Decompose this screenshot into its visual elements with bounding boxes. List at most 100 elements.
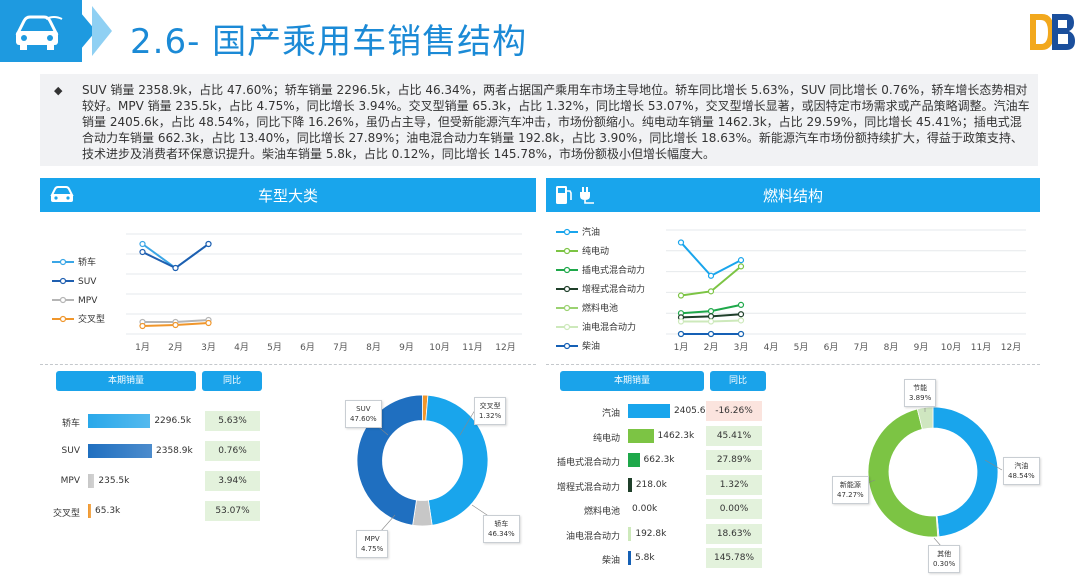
- x-tick-label: 12月: [1001, 342, 1021, 353]
- x-tick-label: 3月: [201, 342, 216, 353]
- data-point: [139, 248, 146, 256]
- row-label: MPV: [60, 476, 80, 486]
- data-point: [737, 263, 745, 270]
- x-tick-label: 11月: [462, 342, 482, 353]
- callout-pct: 47.27%: [837, 491, 864, 499]
- legend-label: 油电混合动力: [582, 321, 636, 333]
- data-point: [707, 313, 715, 320]
- data-point: [707, 288, 715, 295]
- x-tick-label: 10月: [429, 342, 449, 353]
- legend-item: 纯电动: [556, 245, 609, 257]
- callout-name: 新能源: [839, 481, 861, 489]
- x-tick-label: 11月: [971, 342, 991, 353]
- x-tick-label: 3月: [734, 342, 749, 353]
- legend-marker: [59, 315, 67, 323]
- data-point: [172, 264, 179, 272]
- series-line: [680, 241, 742, 278]
- donut-callout: SUV 47.60%: [345, 400, 382, 428]
- x-tick-label: 8月: [884, 342, 899, 353]
- x-tick-label: 12月: [495, 342, 515, 353]
- callout-pct: 4.75%: [361, 545, 384, 553]
- legend-marker: [563, 247, 571, 255]
- summary-panel: ◆ SUV 销量 2358.9k，占比 47.60%；轿车销量 2296.5k，…: [40, 74, 1038, 166]
- yoy-value: 1.32%: [706, 474, 762, 495]
- callout-pct: 1.32%: [479, 412, 502, 420]
- legend-item: 增程式混合动力: [556, 283, 645, 295]
- data-point: [677, 318, 685, 325]
- sales-bar: [88, 474, 95, 488]
- legend-label: 增程式混合动力: [582, 283, 645, 295]
- legend-marker: [563, 342, 571, 350]
- sales-value: 235.5k: [98, 476, 130, 486]
- x-tick-label: 2月: [704, 342, 719, 353]
- data-point: [205, 319, 212, 327]
- donut-callout: 新能源 47.27%: [832, 476, 869, 504]
- banner-title: 燃料结构: [762, 187, 823, 205]
- x-tick-label: 9月: [399, 342, 414, 353]
- x-tick-label: 4月: [764, 342, 779, 353]
- callout-name: 其他: [937, 550, 952, 558]
- page-header: 2.6- 国产乘用车销售结构: [0, 0, 1080, 76]
- callout-pct: 47.60%: [350, 415, 377, 423]
- data-point: [707, 330, 715, 338]
- sales-value: 192.8k: [635, 528, 667, 539]
- row-label: 插电式混合动力: [556, 458, 620, 468]
- col-header-sales: 本期销量: [56, 371, 196, 391]
- donut-slice: [932, 406, 999, 538]
- legend-marker: [563, 228, 571, 236]
- header-chevron-light: [92, 6, 112, 56]
- yoy-value: 3.94%: [205, 471, 260, 491]
- data-point: [737, 301, 745, 308]
- callout-name: 轿车: [494, 520, 509, 528]
- legend-item: MPV: [52, 296, 98, 306]
- row-label: 柴油: [601, 556, 620, 566]
- legend-marker: [563, 323, 571, 331]
- legend-label: 汽油: [582, 226, 600, 238]
- row-label: 增程式混合动力: [556, 482, 620, 493]
- legend-item: 汽油: [556, 226, 600, 238]
- banner-vehicle-type: 车型大类: [40, 178, 536, 212]
- data-point: [737, 311, 745, 318]
- legend-label: 柴油: [582, 340, 600, 352]
- sales-value: 2358.9k: [156, 446, 193, 456]
- x-tick-label: 9月: [914, 342, 929, 353]
- x-tick-label: 10月: [941, 342, 961, 353]
- row-label: SUV: [61, 446, 80, 456]
- sales-bar: [88, 504, 91, 518]
- donut-callout: 节能 3.89%: [904, 379, 937, 407]
- legend-label: 燃料电池: [582, 302, 618, 314]
- banner-title: 车型大类: [257, 187, 318, 205]
- yoy-value: 53.07%: [205, 501, 260, 521]
- x-tick-label: 2月: [168, 342, 183, 353]
- yoy-value: 45.41%: [706, 425, 762, 446]
- legend-marker: [59, 277, 67, 285]
- series-line: [142, 243, 210, 270]
- callout-pct: 48.54%: [1008, 472, 1035, 480]
- x-tick-label: 7月: [333, 342, 348, 353]
- line-series: [677, 263, 745, 299]
- sales-value: 1462.3k: [657, 430, 695, 441]
- sales-value: 5.8k: [635, 553, 655, 563]
- legend-marker: [59, 258, 67, 266]
- sales-bar: [88, 414, 151, 428]
- data-point: [707, 308, 715, 315]
- line-series: [677, 317, 745, 325]
- sales-bar: [628, 477, 632, 492]
- bullet-diamond-icon: ◆: [54, 84, 63, 97]
- legend-label: 轿车: [78, 256, 96, 268]
- yoy-value: 145.78%: [706, 548, 762, 568]
- divider: [40, 364, 536, 365]
- donut-callout: 汽油 48.54%: [1003, 457, 1040, 485]
- vehicle-type-line-chart: 1月 2月 3月 4月 5月 6月 7月 8月 9月 10月 11月 12月 轿车 SUV MPV 交叉型: [52, 233, 522, 353]
- callout-name: MPV: [364, 535, 380, 543]
- yoy-value: 0.76%: [205, 441, 260, 461]
- legend-item: 轿车: [52, 256, 96, 268]
- legend-label: SUV: [78, 277, 97, 287]
- page-title: 2.6- 国产乘用车销售结构: [130, 22, 528, 62]
- col-header-sales: 本期销量: [560, 371, 704, 391]
- data-point: [139, 240, 146, 248]
- x-tick-label: 7月: [854, 342, 869, 353]
- data-point: [139, 322, 146, 330]
- col-header-yoy: 同比: [202, 371, 262, 391]
- data-point: [707, 318, 715, 325]
